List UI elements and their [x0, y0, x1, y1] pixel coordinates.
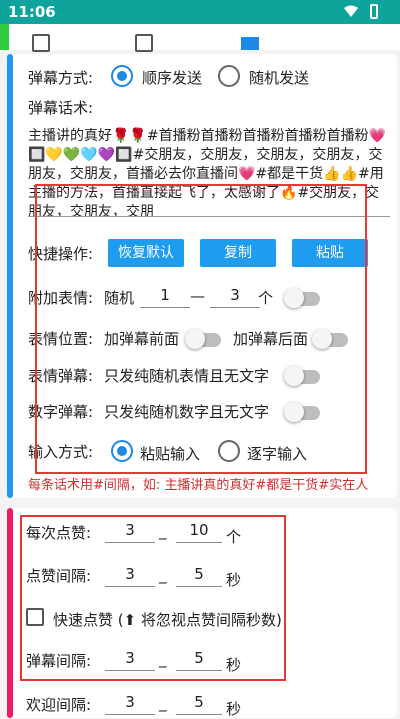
- card-side-marker-2: [7, 508, 13, 718]
- partial-checkbox-3[interactable]: [241, 37, 259, 50]
- welcome-interval-min-input[interactable]: 3: [105, 693, 155, 715]
- card-side-marker: [7, 54, 13, 498]
- highlight-box-likes: [20, 515, 286, 681]
- status-bar: 11:06: [0, 0, 400, 24]
- radio-sequential[interactable]: [111, 65, 133, 87]
- partial-checkbox-2[interactable]: [135, 34, 153, 52]
- status-time: 11:06: [8, 3, 56, 21]
- highlight-box-barrage: [35, 184, 367, 474]
- radio-random[interactable]: [218, 65, 240, 87]
- barrage-speech-label: 弹幕话术:: [28, 99, 94, 117]
- top-side-marker: [0, 24, 9, 50]
- radio-sequential-label[interactable]: 顺序发送: [142, 67, 202, 88]
- wifi-icon: [344, 5, 358, 17]
- radio-random-label[interactable]: 随机发送: [249, 67, 309, 88]
- barrage-hint: 每条话术用#间隔，如: 主播讲真的真好#都是干货#实在人: [28, 478, 369, 493]
- partial-checkbox-1[interactable]: [32, 34, 50, 52]
- barrage-mode-label: 弹幕方式:: [28, 69, 94, 87]
- welcome-interval-dash: _: [159, 694, 167, 712]
- battery-icon: [370, 4, 378, 19]
- welcome-interval-unit: 秒: [226, 700, 242, 718]
- top-partial-row: [0, 24, 400, 52]
- welcome-interval-max-input[interactable]: 5: [176, 693, 222, 715]
- welcome-interval-label: 欢迎间隔:: [26, 696, 92, 714]
